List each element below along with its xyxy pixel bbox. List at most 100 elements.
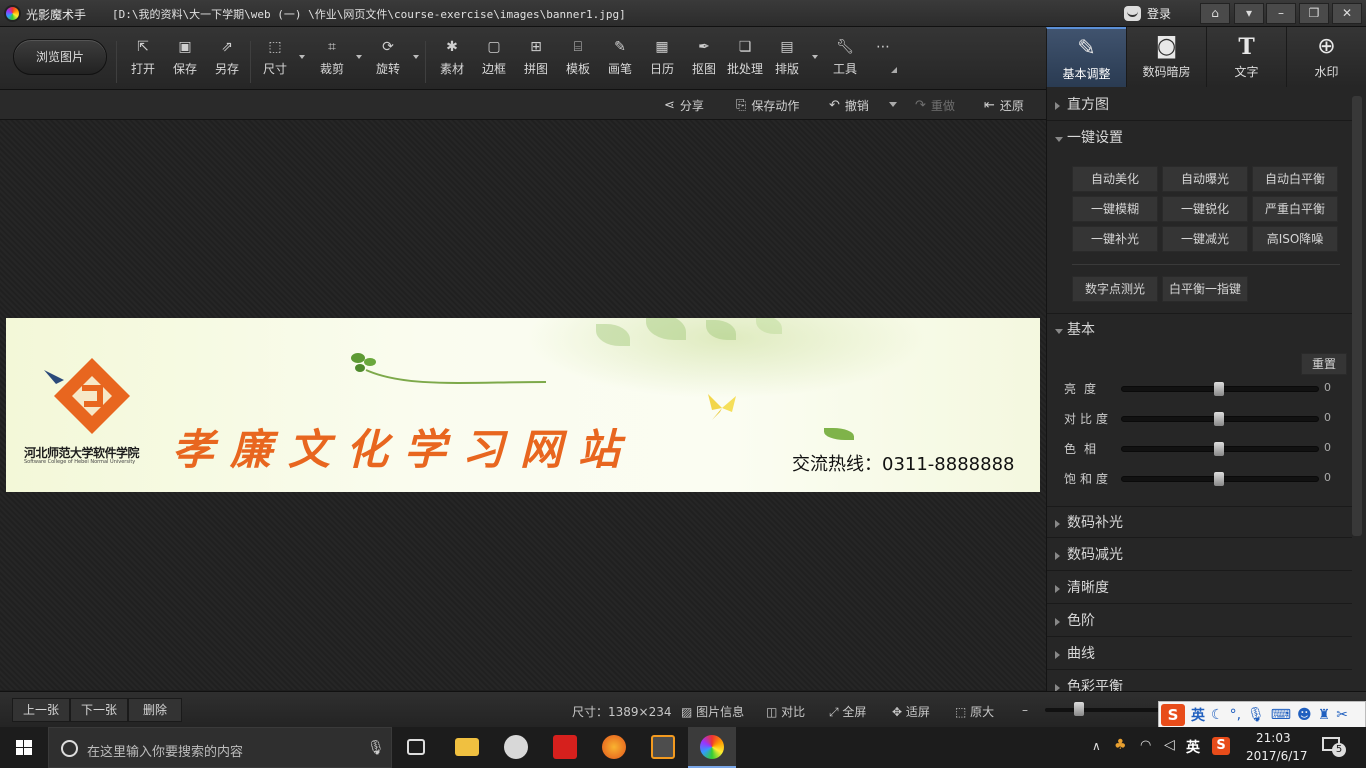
tray-app-icon[interactable]: ♣	[1114, 737, 1127, 753]
saturation-slider[interactable]	[1121, 472, 1319, 486]
auto-white-balance-button[interactable]: 自动白平衡	[1252, 166, 1338, 192]
hue-slider[interactable]	[1121, 442, 1319, 456]
slider-thumb[interactable]	[1214, 442, 1224, 456]
material-button[interactable]: ✱ 素材	[437, 39, 467, 83]
restore-button[interactable]: ⇤ 还原	[984, 96, 1024, 114]
undo-button[interactable]: ↶ 撤销	[829, 96, 869, 114]
crop-dropdown-icon[interactable]	[356, 55, 362, 59]
high-iso-denoise-button[interactable]: 高ISO降噪	[1252, 226, 1338, 252]
section-one-click[interactable]: 一键设置	[1047, 122, 1352, 154]
tab-text[interactable]: T 文字	[1206, 27, 1286, 87]
fit-screen-button[interactable]: ✥ 适屏	[892, 703, 930, 720]
mic-icon[interactable]: 🎙︎	[1247, 707, 1265, 723]
save-button[interactable]: ▣ 保存	[170, 39, 200, 83]
panel-scrollbar[interactable]	[1352, 96, 1362, 536]
compare-button[interactable]: ◫ 对比	[766, 703, 805, 720]
auto-enhance-button[interactable]: 自动美化	[1072, 166, 1158, 192]
sublime-app[interactable]	[639, 727, 687, 768]
sogou-tray-icon[interactable]: S	[1212, 737, 1230, 755]
brush-button[interactable]: ✎ 画笔	[605, 39, 635, 83]
open-button[interactable]: ⇱ 打开	[128, 39, 158, 83]
restore-window-button[interactable]: ❐	[1299, 3, 1329, 24]
save-as-button[interactable]: ⇗ 另存	[212, 39, 242, 83]
tab-watermark[interactable]: ⊕ 水印	[1286, 27, 1366, 87]
expand-corner-icon[interactable]	[891, 67, 897, 73]
layout-dropdown-icon[interactable]	[812, 55, 818, 59]
prev-image-button[interactable]: 上一张	[12, 698, 70, 722]
brightness-slider[interactable]	[1121, 382, 1319, 396]
image-info-button[interactable]: ▨ 图片信息	[681, 703, 744, 720]
tray-expand-icon[interactable]: ∧	[1092, 739, 1101, 753]
save-action-button[interactable]: ⎘ 保存动作	[736, 96, 799, 114]
clock-date[interactable]: 2017/6/17	[1246, 749, 1308, 763]
strict-white-balance-button[interactable]: 严重白平衡	[1252, 196, 1338, 222]
volume-icon[interactable]: ◁	[1164, 737, 1175, 753]
resize-button[interactable]: ⬚ 尺寸	[260, 39, 290, 83]
skin-button[interactable]: ⌂	[1200, 3, 1230, 24]
calendar-button[interactable]: ▦ 日历	[647, 39, 677, 83]
tools-icon[interactable]: ✂	[1336, 707, 1348, 723]
layout-button[interactable]: ▤ 排版	[772, 39, 802, 83]
image-canvas[interactable]: 河北师范大学软件学院 Software College of Hebei Nor…	[0, 120, 1046, 690]
spot-metering-button[interactable]: 数字点测光	[1072, 276, 1158, 302]
notification-center-button[interactable]: 5	[1322, 737, 1346, 757]
task-view-button[interactable]	[392, 727, 440, 768]
redo-button[interactable]: ↷ 重做	[915, 96, 955, 114]
taskbar-search[interactable]: 在这里输入你要搜索的内容 🎙︎	[48, 727, 392, 768]
minimize-button[interactable]: –	[1266, 3, 1296, 24]
ime-toolbar[interactable]: S 英 ☾ °, 🎙︎ ⌨ ☻ ♜ ✂	[1158, 701, 1366, 729]
next-image-button[interactable]: 下一张	[70, 698, 128, 722]
rotate-button[interactable]: ⟳ 旋转	[373, 39, 403, 83]
section-levels[interactable]: 色阶	[1047, 605, 1352, 637]
one-click-reduce-light-button[interactable]: 一键减光	[1162, 226, 1248, 252]
start-button[interactable]	[0, 727, 48, 768]
rotate-dropdown-icon[interactable]	[413, 55, 419, 59]
batch-button[interactable]: ❏ 批处理	[725, 39, 765, 83]
browse-images-button[interactable]: 浏览图片	[13, 39, 107, 75]
tools-button[interactable]: 🔧︎ 工具	[830, 39, 860, 83]
slider-thumb[interactable]	[1214, 412, 1224, 426]
reset-button[interactable]: 重置	[1301, 353, 1347, 375]
contrast-slider[interactable]	[1121, 412, 1319, 426]
network-icon[interactable]: ◠	[1140, 738, 1151, 753]
one-click-blur-button[interactable]: 一键模糊	[1072, 196, 1158, 222]
keyboard-icon[interactable]: ⌨	[1271, 707, 1291, 723]
zoom-slider-thumb[interactable]	[1074, 702, 1084, 716]
paint-app[interactable]	[492, 727, 540, 768]
moon-icon[interactable]: ☾	[1211, 707, 1224, 723]
firefox-app[interactable]	[590, 727, 638, 768]
undo-dropdown-icon[interactable]	[889, 102, 897, 107]
close-button[interactable]: ✕	[1332, 3, 1362, 24]
section-clarity[interactable]: 清晰度	[1047, 572, 1352, 604]
auto-exposure-button[interactable]: 自动曝光	[1162, 166, 1248, 192]
section-curves[interactable]: 曲线	[1047, 638, 1352, 670]
menu-button[interactable]: ▾	[1234, 3, 1264, 24]
sogou-icon[interactable]: S	[1161, 704, 1185, 726]
frame-button[interactable]: ▢ 边框	[479, 39, 509, 83]
section-color-balance[interactable]: 色彩平衡	[1047, 671, 1352, 691]
punctuation-icon[interactable]: °,	[1230, 707, 1241, 723]
shirt-icon[interactable]: ♜	[1318, 707, 1331, 723]
zoom-out-button[interactable]: –	[1022, 703, 1028, 717]
login-button[interactable]: 登录	[1124, 4, 1171, 23]
tray-language[interactable]: 英	[1186, 737, 1200, 757]
tab-digital-darkroom[interactable]: ◙ 数码暗房	[1126, 27, 1206, 87]
tab-basic-adjust[interactable]: ✎ 基本调整	[1046, 27, 1126, 87]
file-explorer-app[interactable]	[443, 727, 491, 768]
section-histogram[interactable]: 直方图	[1047, 89, 1352, 121]
white-balance-pick-button[interactable]: 白平衡一指键	[1162, 276, 1248, 302]
share-button[interactable]: ⋖ 分享	[664, 96, 704, 114]
delete-button[interactable]: 删除	[128, 698, 182, 722]
section-basic[interactable]: 基本	[1047, 313, 1352, 345]
collage-button[interactable]: ⊞ 拼图	[521, 39, 551, 83]
user-icon[interactable]: ☻	[1297, 707, 1312, 723]
resize-dropdown-icon[interactable]	[299, 55, 305, 59]
section-reduce-light[interactable]: 数码减光	[1047, 539, 1352, 571]
crop-button[interactable]: ⌗ 裁剪	[317, 39, 347, 83]
original-size-button[interactable]: ⬚ 原大	[955, 703, 994, 720]
neoimaging-app[interactable]	[688, 727, 736, 768]
ime-language[interactable]: 英	[1191, 705, 1205, 725]
youdao-app[interactable]	[541, 727, 589, 768]
cutout-button[interactable]: ✒ 抠图	[689, 39, 719, 83]
slider-thumb[interactable]	[1214, 472, 1224, 486]
